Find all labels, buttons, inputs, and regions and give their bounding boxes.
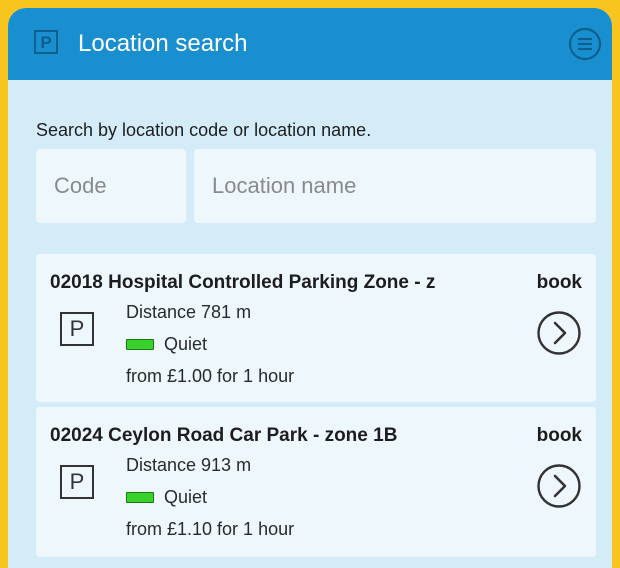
- book-label[interactable]: book: [537, 272, 582, 294]
- location-code: 02018: [50, 272, 103, 293]
- location-result-card[interactable]: 02018 Hospital Controlled Parking Zone -…: [36, 254, 596, 402]
- distance-text: Distance 913 m: [126, 455, 252, 475]
- distance-text: Distance 781 m: [126, 302, 252, 322]
- app-screen: P Location search Search by location cod…: [8, 8, 612, 568]
- status-text: Quiet: [164, 487, 208, 507]
- chevron-right-icon[interactable]: [536, 310, 582, 356]
- parking-icon: P: [60, 312, 94, 346]
- location-title: 02018 Hospital Controlled Parking Zone -…: [50, 272, 510, 294]
- chevron-right-icon[interactable]: [536, 463, 582, 509]
- page-title: Location search: [78, 30, 248, 57]
- price-text: from £1.00 for 1 hour: [126, 366, 295, 386]
- occupancy-indicator-icon: [126, 339, 154, 350]
- occupancy-indicator-icon: [126, 492, 154, 503]
- parking-logo-icon: P: [34, 30, 58, 54]
- occupancy-status: Quiet: [126, 334, 207, 355]
- location-name: Ceylon Road Car Park - zone 1B: [108, 425, 398, 446]
- status-text: Quiet: [164, 334, 208, 354]
- location-result-card[interactable]: 02024 Ceylon Road Car Park - zone 1B boo…: [36, 407, 596, 557]
- code-input[interactable]: [36, 149, 186, 223]
- price-text: from £1.10 for 1 hour: [126, 519, 295, 539]
- book-label[interactable]: book: [537, 425, 582, 447]
- search-instruction: Search by location code or location name…: [36, 120, 372, 140]
- location-title: 02024 Ceylon Road Car Park - zone 1B: [50, 425, 510, 447]
- occupancy-status: Quiet: [126, 487, 207, 508]
- parking-icon: P: [60, 465, 94, 499]
- menu-icon[interactable]: [568, 27, 602, 61]
- location-code: 02024: [50, 425, 103, 446]
- app-header: P Location search: [8, 8, 612, 80]
- location-name: Hospital Controlled Parking Zone - z: [108, 272, 436, 293]
- location-name-input[interactable]: [194, 149, 596, 223]
